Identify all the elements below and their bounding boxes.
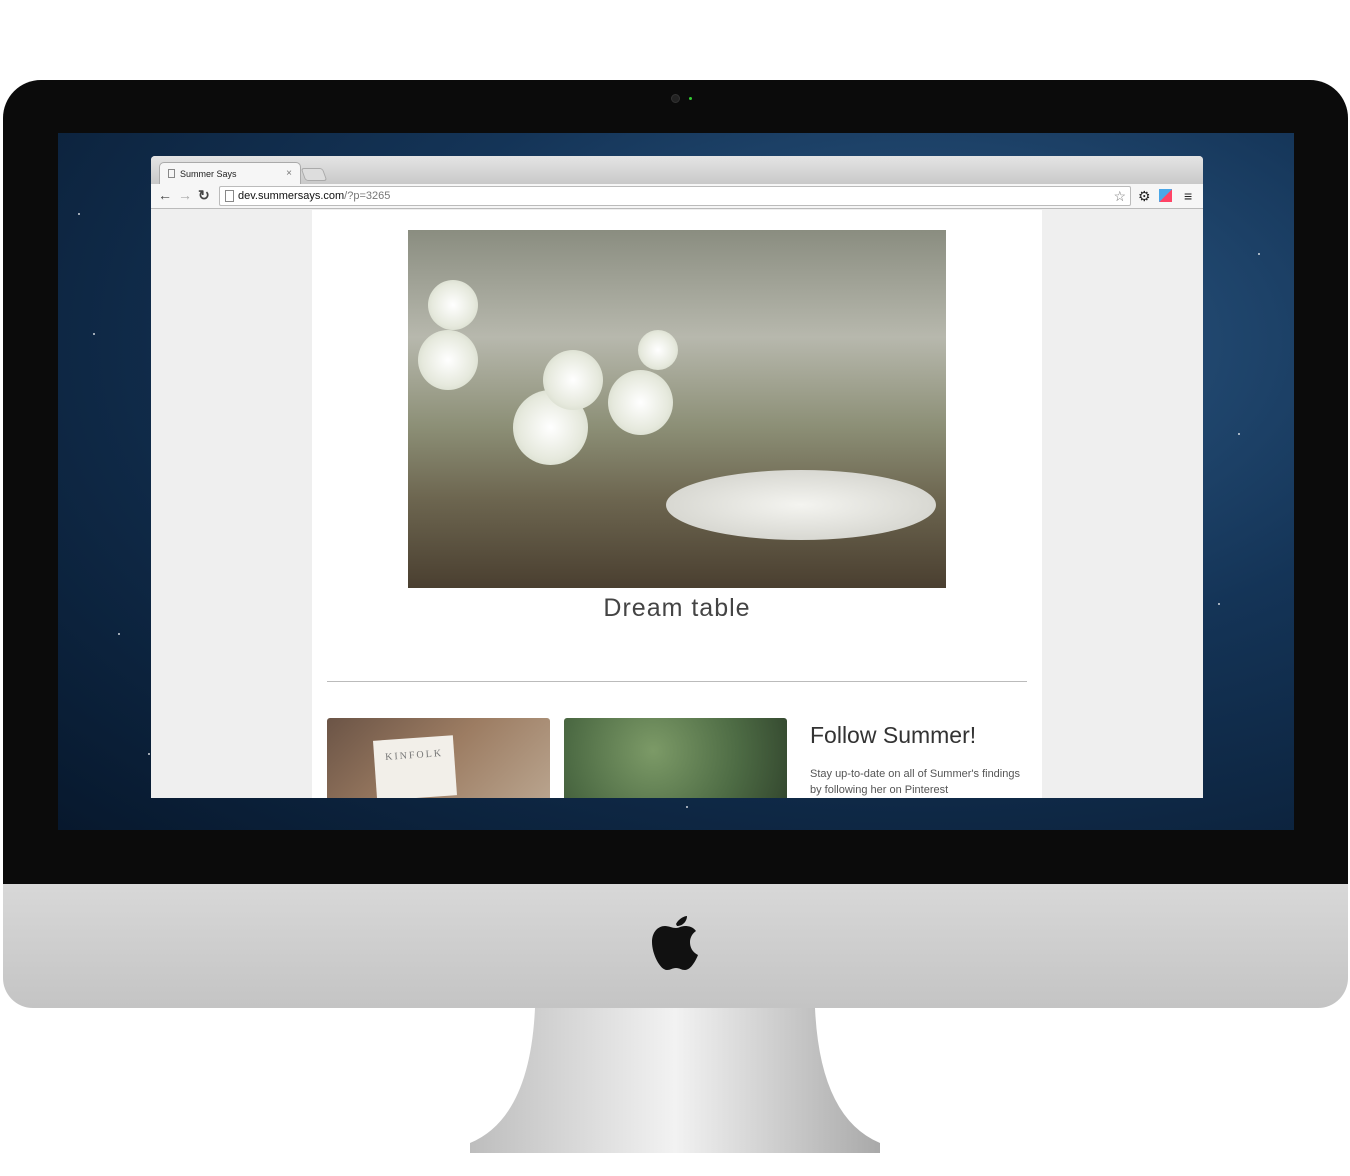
page-content: Dream table KINFOLK Follow Summer! Stay … xyxy=(312,210,1042,798)
camera xyxy=(671,94,680,103)
page-icon xyxy=(168,169,175,178)
url-path: /?p=3265 xyxy=(344,190,391,202)
browser-window: Summer Says × ← → ↻ dev.summersays.com/?… xyxy=(151,156,1203,798)
menu-icon[interactable]: ≡ xyxy=(1184,188,1192,204)
follow-text: Stay up-to-date on all of Summer's findi… xyxy=(810,768,1020,796)
reload-icon[interactable]: ↻ xyxy=(198,187,210,204)
gear-icon[interactable]: ⚙ xyxy=(1138,188,1151,205)
tab-title: Summer Says xyxy=(180,168,237,179)
new-tab-button[interactable] xyxy=(300,168,328,181)
apple-logo-icon xyxy=(652,916,698,970)
page-icon xyxy=(225,190,234,202)
back-icon[interactable]: ← xyxy=(158,187,172,203)
extension-icon[interactable] xyxy=(1159,189,1172,202)
close-tab-icon[interactable]: × xyxy=(286,168,292,179)
thumbnail-trees[interactable] xyxy=(564,718,787,798)
hero-image[interactable] xyxy=(408,230,946,588)
follow-heading: Follow Summer! xyxy=(810,722,977,748)
divider xyxy=(327,681,1027,682)
tab-summer-says[interactable]: Summer Says × xyxy=(159,162,301,184)
star-icon[interactable]: ☆ xyxy=(1113,188,1126,205)
address-bar[interactable]: dev.summersays.com/?p=3265 ☆ xyxy=(219,186,1131,206)
post-title: Dream table xyxy=(603,594,751,622)
thumbnail-card: KINFOLK xyxy=(373,735,457,798)
toolbar: ← → ↻ dev.summersays.com/?p=3265 ☆ ⚙ ≡ xyxy=(151,184,1203,209)
monitor-stand xyxy=(470,1008,880,1153)
camera-led xyxy=(689,97,692,100)
forward-icon[interactable]: → xyxy=(178,187,192,203)
url-host: dev.summersays.com xyxy=(238,190,345,202)
thumbnail-kinfolk[interactable]: KINFOLK xyxy=(327,718,550,798)
tab-bar: Summer Says × xyxy=(151,156,1203,184)
